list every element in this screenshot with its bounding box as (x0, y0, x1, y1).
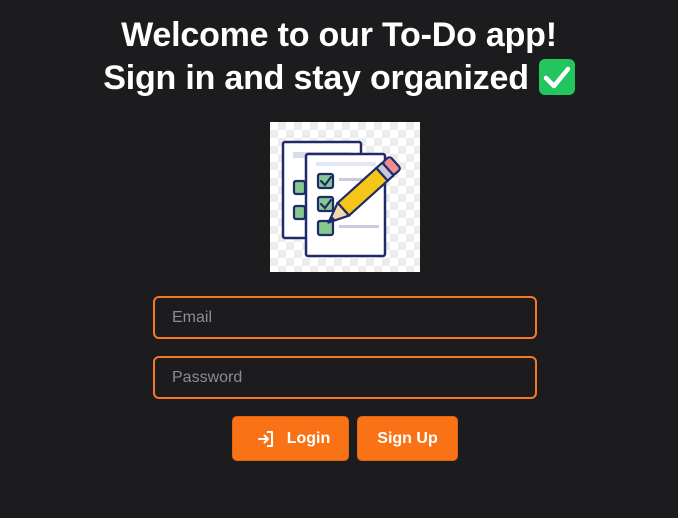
title-line-2: Sign in and stay organized (0, 57, 678, 100)
page-title: Welcome to our To-Do app! Sign in and st… (0, 14, 678, 100)
password-field[interactable] (153, 356, 537, 399)
login-page: Welcome to our To-Do app! Sign in and st… (0, 0, 678, 518)
sign-in-icon (257, 430, 273, 447)
checklist-pencil-icon (281, 140, 401, 258)
login-button[interactable]: Login (232, 416, 349, 461)
login-button-label: Login (286, 429, 331, 447)
sign-up-button[interactable]: Sign Up (357, 416, 458, 461)
email-field[interactable] (153, 296, 537, 339)
title-line-1: Welcome to our To-Do app! (121, 16, 557, 54)
sign-up-button-label: Sign Up (377, 429, 438, 447)
check-mark-icon (538, 59, 575, 95)
hero-image (270, 122, 420, 272)
title-line-2-text: Sign in and stay organized (103, 59, 529, 97)
